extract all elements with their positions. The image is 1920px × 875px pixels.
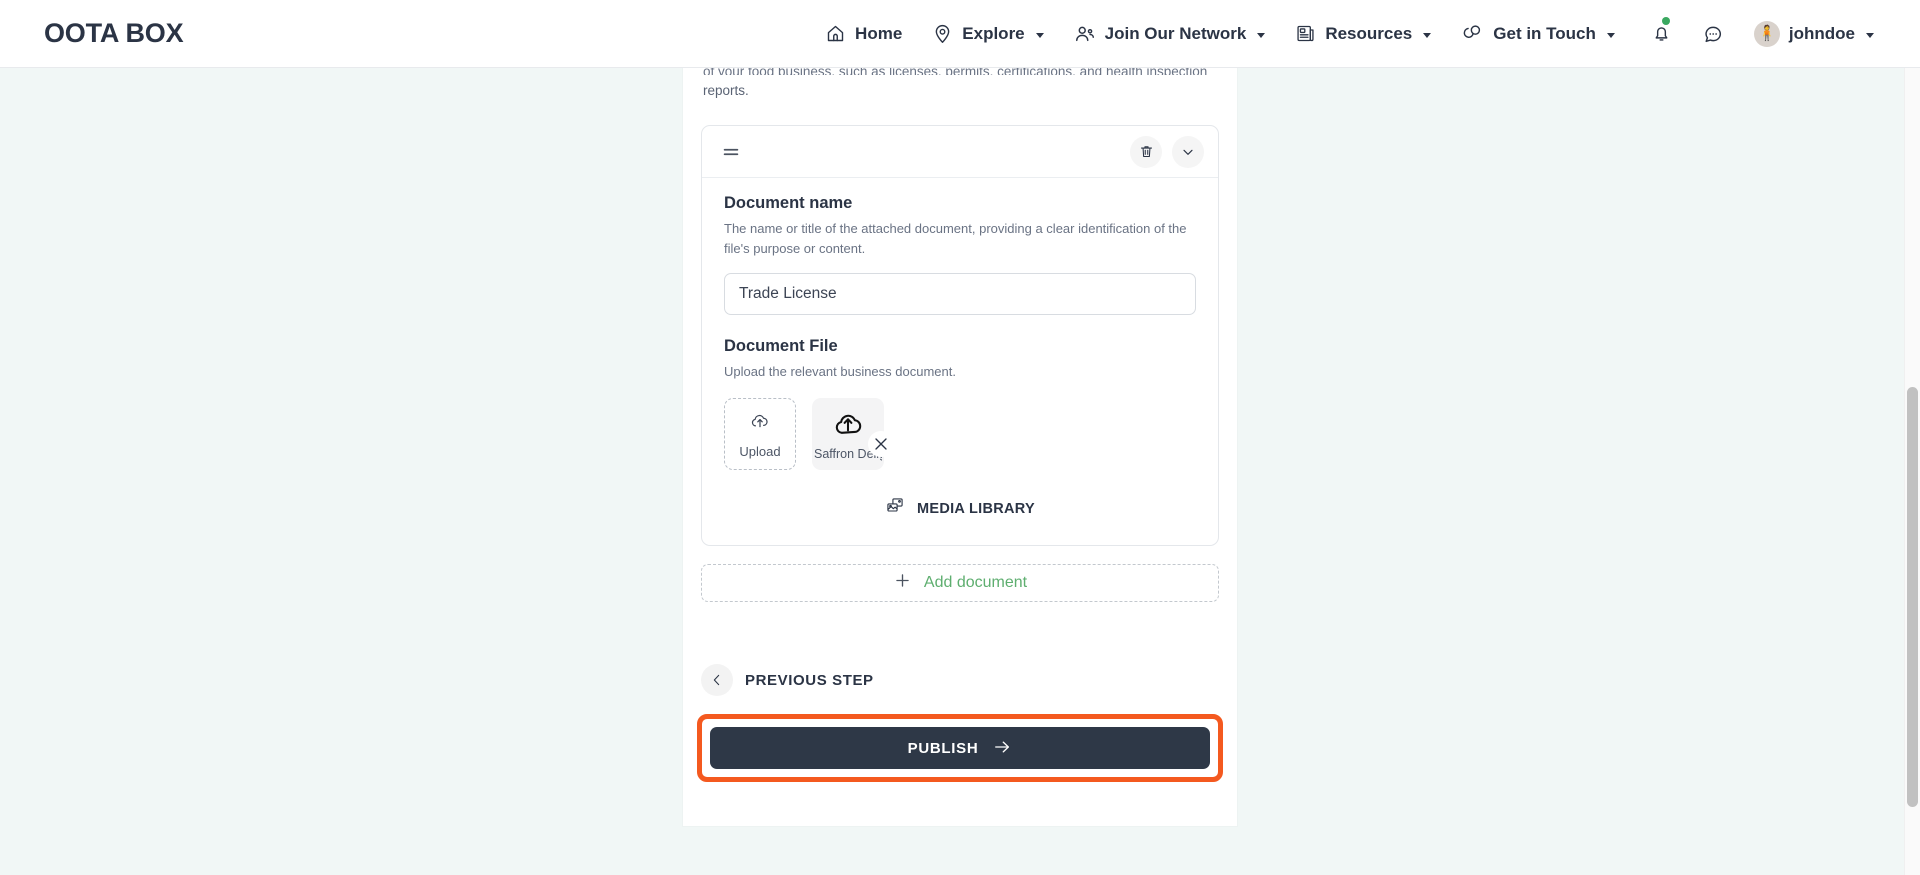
nav-label-home: Home bbox=[855, 23, 903, 43]
document-card-actions bbox=[1130, 135, 1204, 168]
chevron-down-icon bbox=[1183, 149, 1193, 155]
add-document-label: Add document bbox=[923, 574, 1028, 591]
news-article-icon bbox=[1295, 23, 1316, 44]
nav-label-join-our-network: Join Our Network bbox=[1104, 23, 1247, 43]
delete-document-button[interactable] bbox=[1130, 135, 1162, 168]
upload-button[interactable]: Upload bbox=[724, 398, 796, 470]
chat-bubbles-icon bbox=[1461, 22, 1484, 45]
plus-icon bbox=[893, 571, 912, 595]
nav-right-actions: 🧍 johndoe bbox=[1651, 17, 1874, 47]
document-file-label: Document File bbox=[724, 337, 838, 355]
document-name-label: Document name bbox=[724, 194, 853, 212]
previous-step-icon-circle bbox=[701, 664, 733, 696]
media-library-label: MEDIA LIBRARY bbox=[916, 500, 1036, 517]
messages-button[interactable] bbox=[1702, 23, 1724, 45]
location-pin-icon bbox=[932, 23, 953, 44]
avatar: 🧍 bbox=[1753, 20, 1780, 47]
chevron-down-icon bbox=[1257, 32, 1266, 38]
cloud-upload-icon bbox=[831, 408, 865, 443]
document-entry-card: Document name The name or title of the a… bbox=[701, 125, 1219, 546]
page-body: of your food business, such as licenses,… bbox=[0, 64, 1920, 875]
nav-item-resources[interactable]: Resources bbox=[1295, 23, 1432, 44]
media-library-icon bbox=[885, 496, 905, 521]
form-content-card: of your food business, such as licenses,… bbox=[683, 64, 1237, 826]
nav-item-home[interactable]: Home bbox=[825, 23, 902, 44]
publish-button[interactable]: PUBLISH bbox=[710, 727, 1210, 769]
section-intro-text: of your food business, such as licenses,… bbox=[683, 64, 1237, 101]
attached-file-chip[interactable]: Saffron Delig bbox=[812, 398, 894, 470]
document-card-body: Document name The name or title of the a… bbox=[702, 178, 1218, 545]
page-scrollbar-thumb[interactable] bbox=[1907, 387, 1918, 807]
brand-logo[interactable]: OOTA BOX bbox=[44, 18, 184, 49]
cloud-upload-icon bbox=[749, 410, 771, 437]
nav-label-explore: Explore bbox=[962, 23, 1025, 43]
add-document-button[interactable]: Add document bbox=[701, 564, 1219, 602]
chevron-down-icon bbox=[1423, 32, 1432, 38]
chevron-down-icon bbox=[1866, 32, 1874, 38]
collapse-document-button[interactable] bbox=[1172, 135, 1204, 168]
message-bubble-icon bbox=[1705, 26, 1721, 42]
nav-label-resources: Resources bbox=[1325, 23, 1413, 43]
notifications-button[interactable] bbox=[1651, 17, 1672, 44]
upload-row: Upload Saffron Delig bbox=[724, 398, 1196, 470]
chevron-down-icon bbox=[1606, 32, 1615, 38]
chevron-left-icon bbox=[713, 674, 720, 686]
document-file-help: Upload the relevant business document. bbox=[724, 364, 956, 379]
publish-label: PUBLISH bbox=[907, 739, 979, 757]
page-scrollbar-track[interactable] bbox=[1904, 68, 1920, 875]
arrow-right-icon bbox=[992, 737, 1012, 760]
close-x-icon bbox=[875, 438, 887, 450]
remove-file-button[interactable] bbox=[868, 431, 894, 457]
users-icon bbox=[1074, 23, 1096, 45]
publish-highlight-box: PUBLISH bbox=[697, 714, 1223, 782]
previous-step-button[interactable]: PREVIOUS STEP bbox=[701, 664, 1237, 696]
document-name-input[interactable] bbox=[724, 273, 1196, 315]
drag-handle-icon[interactable] bbox=[720, 141, 742, 163]
media-library-button[interactable]: MEDIA LIBRARY bbox=[724, 496, 1196, 521]
previous-step-label: PREVIOUS STEP bbox=[745, 671, 874, 689]
upload-label: Upload bbox=[739, 443, 781, 459]
nav-item-join-our-network[interactable]: Join Our Network bbox=[1074, 23, 1266, 45]
bell-icon bbox=[1655, 27, 1668, 41]
nav-item-explore[interactable]: Explore bbox=[932, 23, 1044, 44]
nav-links: Home Explore Join Our Network Resources … bbox=[825, 22, 1615, 45]
intro-line-2: reports. bbox=[703, 83, 749, 98]
trash-icon bbox=[1140, 146, 1152, 158]
document-card-header bbox=[702, 126, 1218, 178]
notification-dot bbox=[1661, 17, 1670, 25]
user-name-label: johndoe bbox=[1788, 23, 1855, 43]
top-navigation-bar: OOTA BOX Home Explore Join Our Network R… bbox=[0, 0, 1920, 68]
user-menu[interactable]: 🧍 johndoe bbox=[1753, 20, 1874, 47]
document-file-section: Document File Upload the relevant busine… bbox=[724, 337, 1196, 521]
chevron-down-icon bbox=[1035, 32, 1044, 38]
nav-item-get-in-touch[interactable]: Get in Touch bbox=[1461, 22, 1615, 45]
nav-label-get-in-touch: Get in Touch bbox=[1493, 23, 1596, 43]
home-icon bbox=[825, 23, 846, 44]
document-name-help: The name or title of the attached docume… bbox=[724, 221, 1187, 256]
